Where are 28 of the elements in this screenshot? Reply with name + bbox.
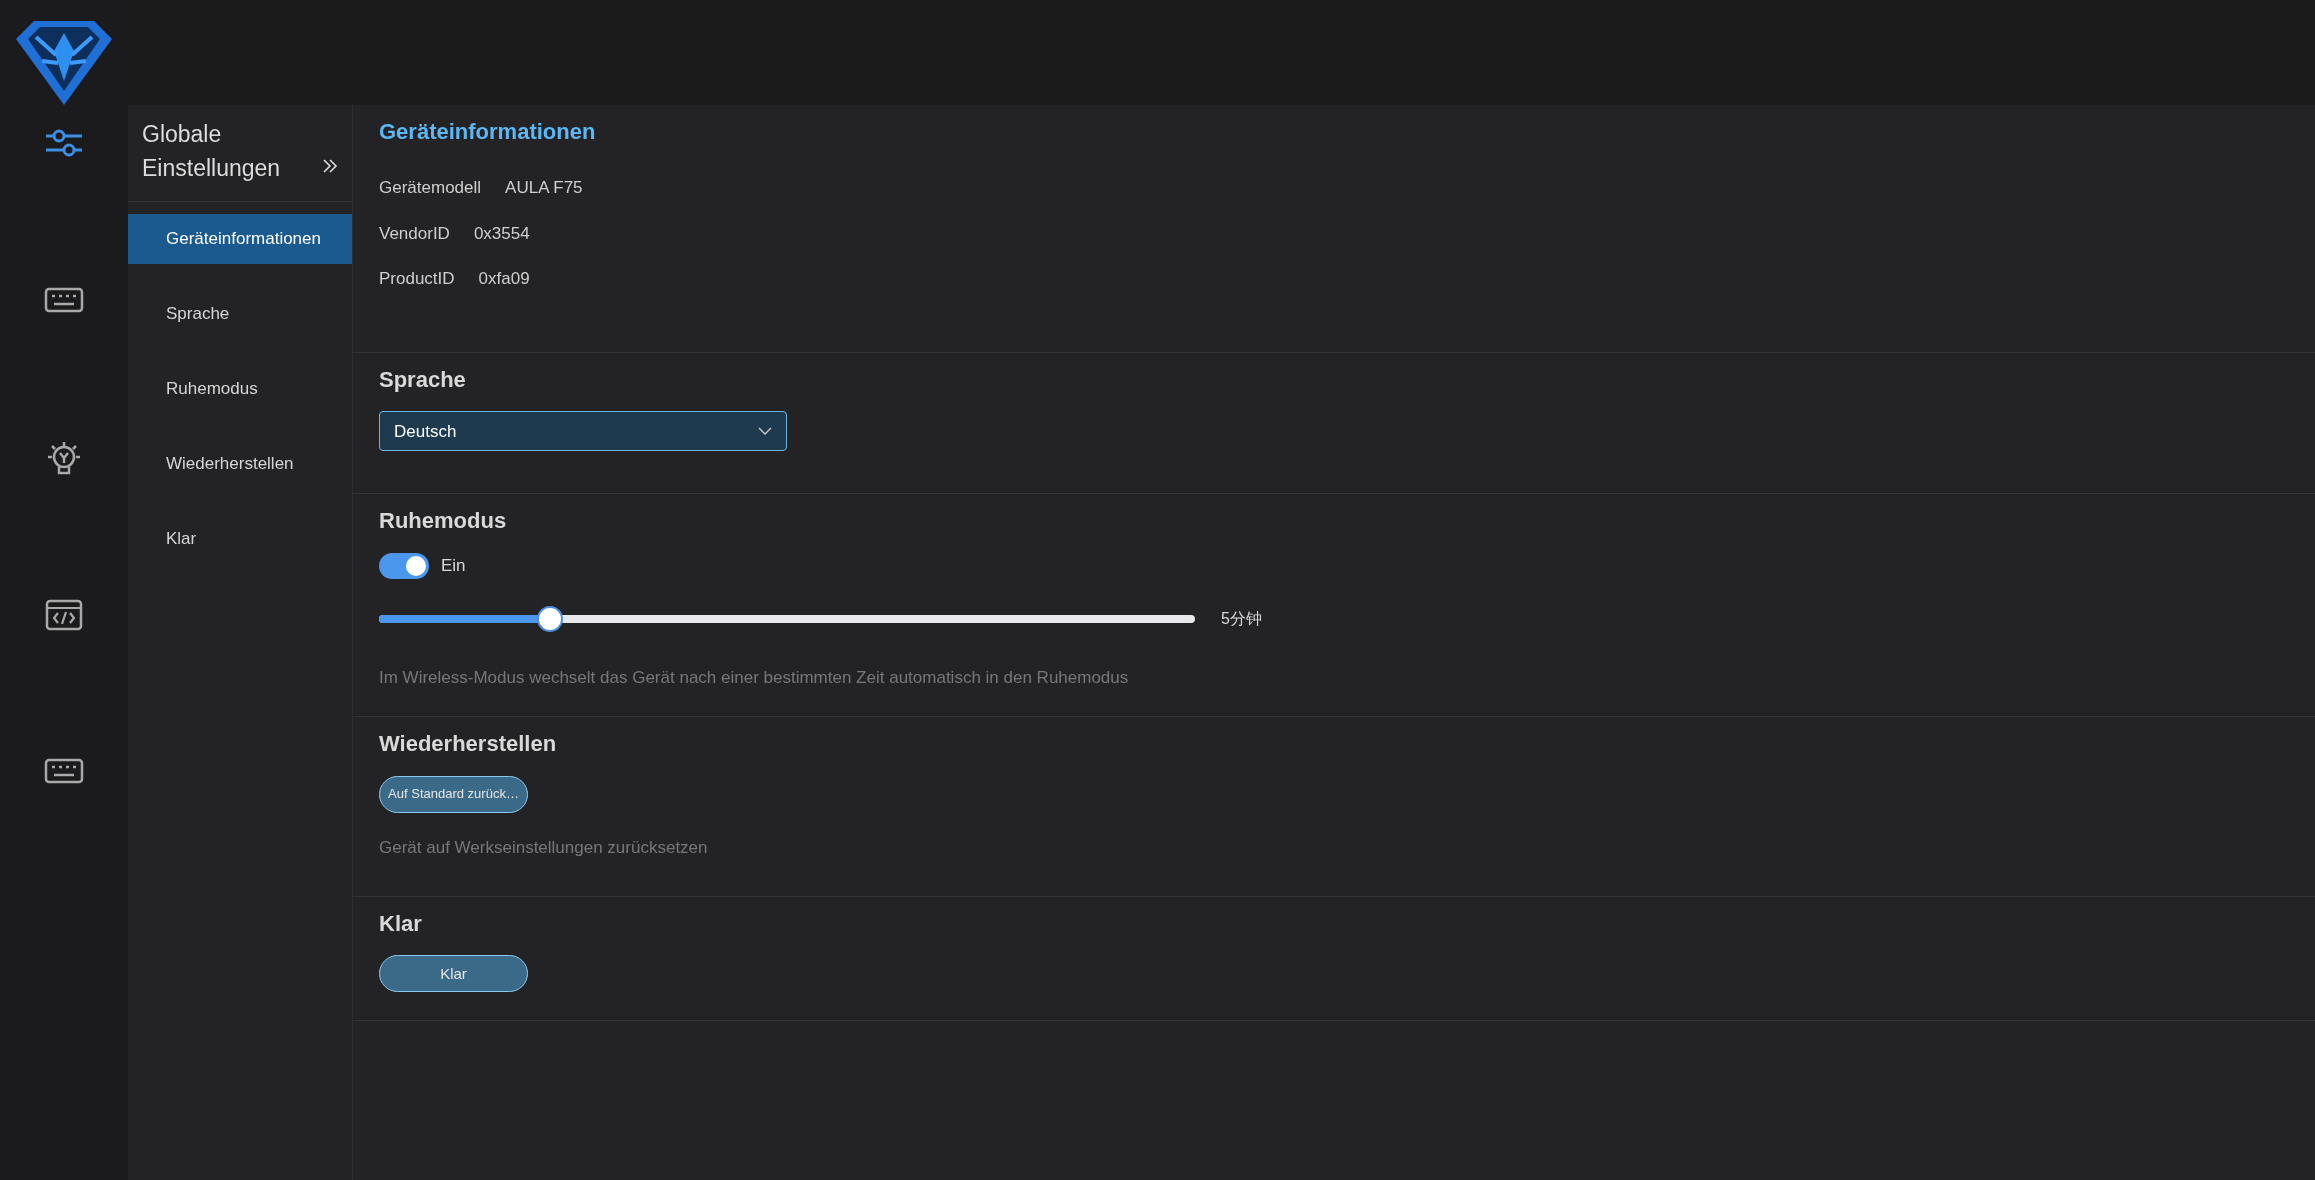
info-value: 0x3554 <box>473 222 530 245</box>
language-dropdown[interactable]: Deutsch <box>379 411 787 452</box>
dropdown-value: Deutsch <box>394 420 457 443</box>
description-text: Im Wireless-Modus wechselt das Gerät nach einer bestimmten Zeit automatisch in den Ruhemodus <box>379 666 1130 689</box>
nav-item[interactable]: Sprache <box>128 289 352 339</box>
section-heading: Geräteinformationen <box>379 119 597 146</box>
info-value: 0xfa09 <box>478 268 530 291</box>
reset-button[interactable]: Auf Standard zurück… <box>379 775 528 813</box>
slider-thumb[interactable] <box>537 605 564 632</box>
section-heading: Klar <box>379 911 423 938</box>
nav-item[interactable]: Klar <box>128 514 352 564</box>
info-label: ProductID <box>379 268 455 291</box>
info-label: VendorID <box>379 222 450 245</box>
panel-title: Globale Einstellungen <box>142 120 282 183</box>
section-heading: Wiederherstellen <box>379 731 558 758</box>
toggle-switch[interactable] <box>379 552 429 579</box>
nav-item[interactable]: Wiederherstellen <box>128 439 352 489</box>
nav-item[interactable]: Geräteinformationen <box>128 214 352 264</box>
chevron-down-icon <box>758 426 772 437</box>
info-label: Gerätemodell <box>379 177 482 200</box>
section-heading: Ruhemodus <box>379 508 508 535</box>
slider-value: 5分钟 <box>1221 608 1262 629</box>
switch-label: Ein <box>441 554 466 577</box>
nav-item[interactable]: Ruhemodus <box>128 364 352 414</box>
section-heading: Sprache <box>379 366 467 394</box>
description-text: Gerät auf Werkseinstellungen zurücksetzen <box>379 836 709 859</box>
info-value: AULA F75 <box>505 177 583 200</box>
clear-button[interactable]: Klar <box>379 955 528 993</box>
